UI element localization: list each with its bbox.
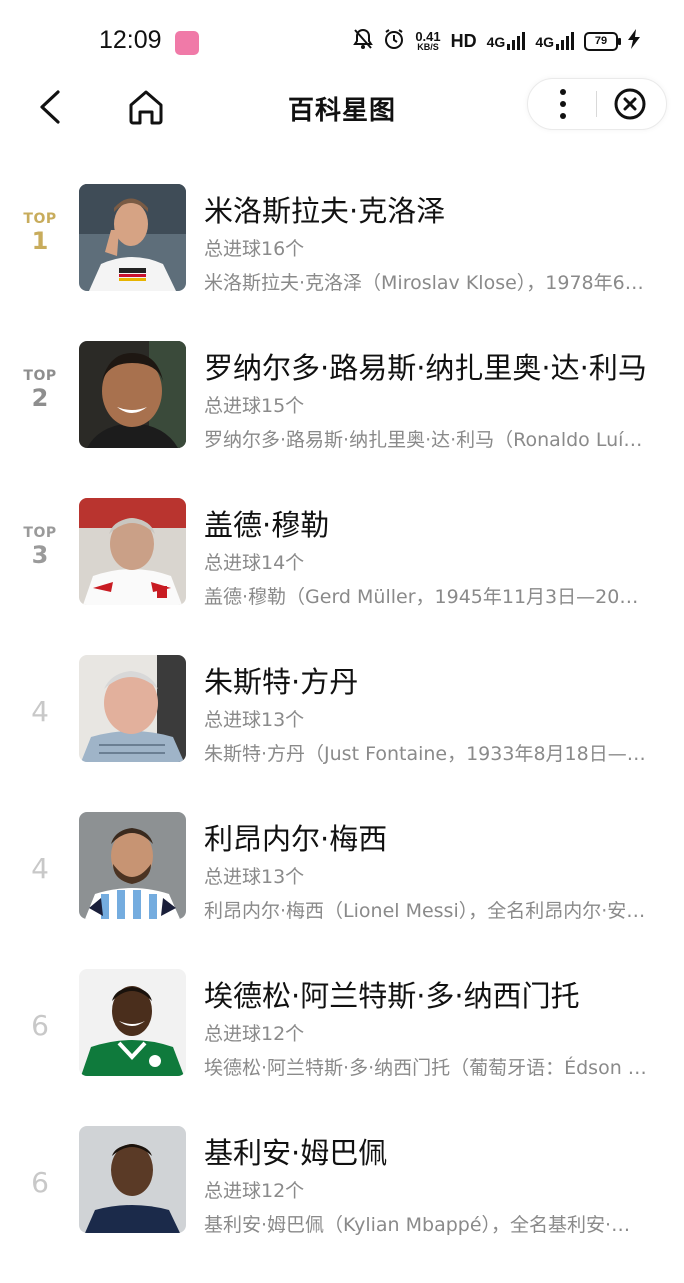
player-description: 盖德·穆勒（Gerd Müller，1945年11月3日—2021年8月15日） bbox=[204, 586, 648, 608]
player-photo bbox=[79, 655, 186, 762]
player-description: 利昂内尔·梅西（Lionel Messi），全名利昂内尔·安德烈斯·梅西 bbox=[204, 900, 648, 922]
player-photo bbox=[79, 341, 186, 448]
navigation-bar: 百科星图 bbox=[0, 78, 684, 138]
rank-number: 4 bbox=[31, 695, 49, 728]
rank-badge: TOP 3 bbox=[23, 525, 57, 570]
list-item[interactable]: 4 利昂内尔·梅西 总进球13个 利昂内尔·梅西（Lionel Messi），全… bbox=[0, 812, 684, 969]
player-description: 米洛斯拉夫·克洛泽（Miroslav Klose），1978年6月9日出生于波兰 bbox=[204, 272, 648, 294]
status-time: 12:09 bbox=[99, 26, 162, 54]
list-item[interactable]: 6 埃德松·阿兰特斯·多·纳西门托 总进球12个 埃德松·阿兰特斯·多·纳西门托… bbox=[0, 969, 684, 1126]
total-goals: 总进球13个 bbox=[204, 709, 305, 731]
total-goals: 总进球14个 bbox=[204, 552, 305, 574]
rank-number: 6 bbox=[31, 1009, 49, 1042]
alarm-icon bbox=[383, 28, 405, 54]
close-circle-icon[interactable] bbox=[614, 88, 646, 120]
player-photo bbox=[79, 812, 186, 919]
signal-4g-1: 4G bbox=[487, 32, 526, 50]
list-item[interactable]: TOP 2 罗纳尔多·路易斯·纳扎里奥·达·利马 总进球15个 罗纳尔多·路易斯… bbox=[0, 341, 684, 498]
hd-indicator: HD bbox=[450, 30, 477, 51]
battery-icon: 79 bbox=[584, 31, 621, 51]
player-description: 埃德松·阿兰特斯·多·纳西门托（葡萄牙语：Édson Arantes do Na… bbox=[204, 1057, 648, 1079]
total-goals: 总进球12个 bbox=[204, 1023, 305, 1045]
rank-badge: TOP 2 bbox=[23, 368, 57, 413]
player-photo bbox=[79, 1126, 186, 1233]
rank-badge: TOP 1 bbox=[23, 211, 57, 256]
charging-icon bbox=[628, 28, 640, 54]
player-name: 盖德·穆勒 bbox=[204, 508, 330, 542]
player-photo bbox=[79, 498, 186, 605]
signal-bars-icon bbox=[507, 32, 526, 50]
player-photo bbox=[79, 184, 186, 291]
capsule-divider bbox=[596, 91, 597, 117]
network-speed: 0.41 KB/S bbox=[415, 29, 441, 52]
player-name: 基利安·姆巴佩 bbox=[204, 1136, 388, 1170]
rank-number: 6 bbox=[31, 1166, 49, 1199]
status-icons: 0.41 KB/S HD 4G 4G 79 bbox=[353, 28, 640, 54]
signal-4g-2: 4G bbox=[535, 32, 574, 50]
list-item[interactable]: 4 朱斯特·方丹 总进球13个 朱斯特·方丹（Just Fontaine，193… bbox=[0, 655, 684, 812]
player-name: 埃德松·阿兰特斯·多·纳西门托 bbox=[204, 979, 580, 1013]
player-description: 基利安·姆巴佩（Kylian Mbappé），全名基利安·姆巴佩·洛坦 bbox=[204, 1214, 648, 1236]
total-goals: 总进球16个 bbox=[204, 238, 305, 260]
player-name: 朱斯特·方丹 bbox=[204, 665, 359, 699]
ranking-list: TOP 1 米洛斯拉夫·克洛泽 总进球16个 米洛斯拉夫·克洛泽（Mirosla… bbox=[0, 184, 684, 1283]
player-name: 利昂内尔·梅西 bbox=[204, 822, 388, 856]
status-bar: 12:09 0.41 KB/S HD 4G 4G 79 bbox=[0, 0, 684, 80]
miniprogram-capsule bbox=[527, 78, 667, 130]
list-item[interactable]: TOP 3 盖德·穆勒 总进球14个 盖德·穆勒（Gerd Müller，194… bbox=[0, 498, 684, 655]
total-goals: 总进球13个 bbox=[204, 866, 305, 888]
rank-number: 4 bbox=[31, 852, 49, 885]
player-photo bbox=[79, 969, 186, 1076]
list-item[interactable]: 6 基利安·姆巴佩 总进球12个 基利安·姆巴佩（Kylian Mbappé），… bbox=[0, 1126, 684, 1283]
player-description: 朱斯特·方丹（Just Fontaine，1933年8月18日—2023年3月1… bbox=[204, 743, 648, 765]
player-name: 米洛斯拉夫·克洛泽 bbox=[204, 194, 446, 228]
signal-bars-icon bbox=[556, 32, 574, 50]
mute-bell-icon bbox=[353, 28, 374, 54]
app-notification-icon bbox=[175, 31, 199, 55]
list-item[interactable]: TOP 1 米洛斯拉夫·克洛泽 总进球16个 米洛斯拉夫·克洛泽（Mirosla… bbox=[0, 184, 684, 341]
total-goals: 总进球15个 bbox=[204, 395, 305, 417]
player-description: 罗纳尔多·路易斯·纳扎里奥·达·利马（Ronaldo Luís Nazário … bbox=[204, 429, 648, 451]
more-dots-icon[interactable] bbox=[548, 87, 578, 121]
total-goals: 总进球12个 bbox=[204, 1180, 305, 1202]
player-name: 罗纳尔多·路易斯·纳扎里奥·达·利马 bbox=[204, 351, 647, 385]
